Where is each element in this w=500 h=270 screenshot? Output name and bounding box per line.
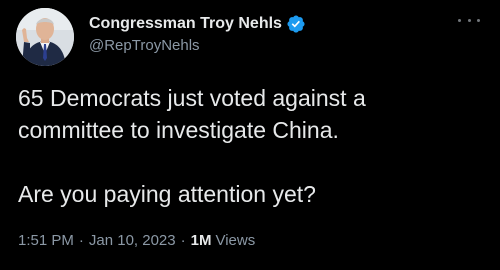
profile-photo-icon — [16, 8, 74, 66]
tweet-text: 65 Democrats just voted against a commit… — [18, 85, 366, 207]
more-dot — [467, 18, 471, 22]
more-dot — [458, 18, 461, 22]
tweet-meta: 1:51 PM · Jan 10, 2023 · 1M Views — [18, 232, 255, 249]
tweet-time[interactable]: 1:51 PM — [18, 232, 74, 249]
verified-badge-icon — [286, 14, 306, 34]
tweet-date[interactable]: Jan 10, 2023 — [89, 232, 176, 249]
views-count: 1M — [190, 232, 212, 249]
tweet-card: Congressman Troy Nehls @RepTroyNehls 65 … — [0, 0, 500, 270]
views-label: Views — [215, 232, 256, 249]
name-row: Congressman Troy Nehls — [89, 13, 306, 35]
user-handle[interactable]: @RepTroyNehls — [89, 37, 200, 54]
more-dot — [477, 18, 480, 22]
meta-separator: · — [180, 232, 186, 249]
avatar[interactable] — [16, 8, 74, 66]
more-options-icon[interactable] — [458, 11, 480, 29]
meta-separator: · — [78, 232, 84, 249]
display-name[interactable]: Congressman Troy Nehls — [89, 15, 282, 33]
